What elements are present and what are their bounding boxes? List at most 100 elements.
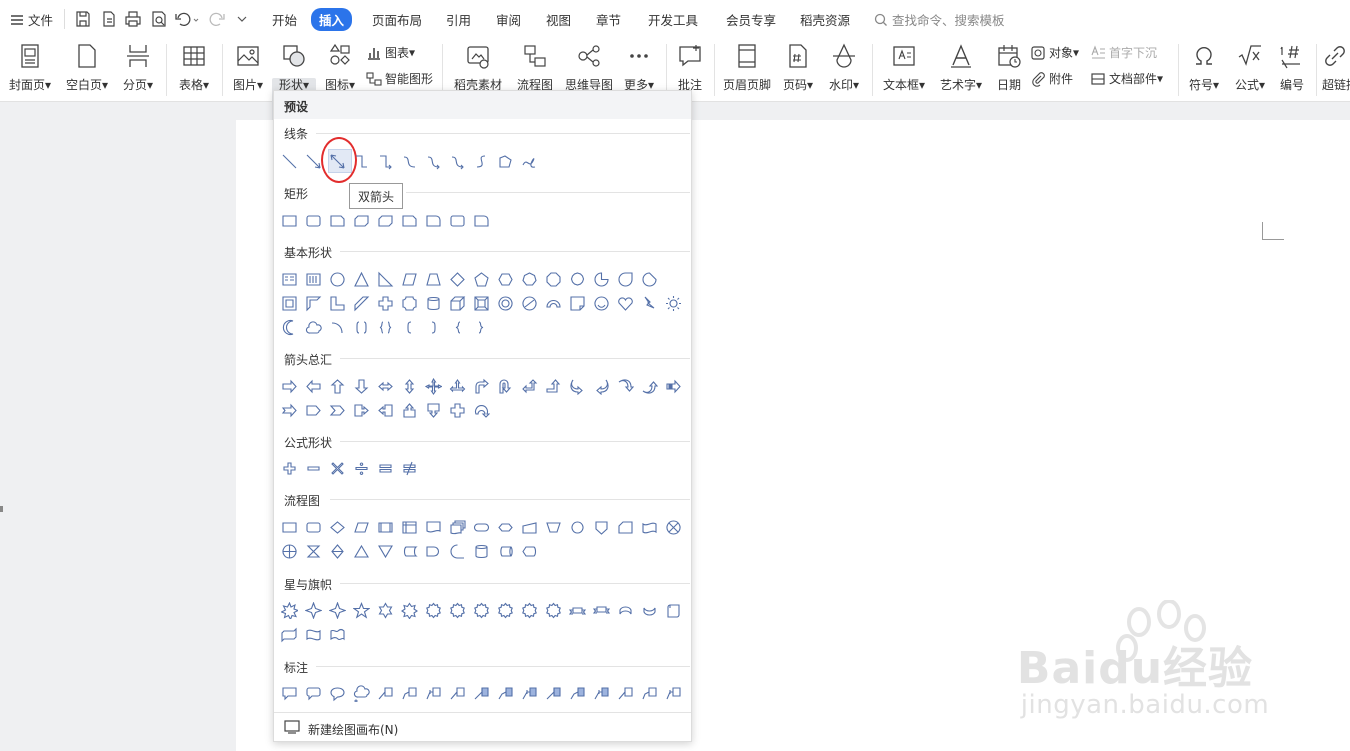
shape-fdirect-icon[interactable] bbox=[497, 543, 514, 560]
shape-hex-icon[interactable] bbox=[497, 271, 514, 288]
shape-lbrace-icon[interactable] bbox=[449, 319, 466, 336]
shape-snip2-icon[interactable] bbox=[377, 212, 394, 229]
shape-hscroll-icon[interactable] bbox=[281, 626, 298, 643]
doc-parts-button[interactable]: 文档部件▾ bbox=[1090, 70, 1163, 92]
shape-adown-icon[interactable] bbox=[353, 378, 370, 395]
shape-aud-icon[interactable] bbox=[401, 378, 418, 395]
shape-can-icon[interactable] bbox=[425, 295, 442, 312]
blank-page-button[interactable]: 空白页▾ bbox=[62, 42, 112, 100]
shape-coval-icon[interactable] bbox=[329, 685, 346, 702]
drop-cap-button[interactable]: 首字下沉 bbox=[1090, 44, 1157, 66]
shape-eq-icon[interactable] bbox=[377, 460, 394, 477]
shape-acurvr-icon[interactable] bbox=[569, 378, 586, 395]
cover-page-button[interactable]: 封面页▾ bbox=[6, 42, 54, 100]
shape-elbow-arrow-connector-icon[interactable] bbox=[377, 153, 394, 170]
tab-insert[interactable]: 插入 bbox=[311, 8, 353, 31]
shape-cross-icon[interactable] bbox=[377, 295, 394, 312]
shape-star5-icon[interactable] bbox=[353, 602, 370, 619]
shape-cline3-icon[interactable] bbox=[665, 685, 682, 702]
smartart-button[interactable]: 智能图形 bbox=[366, 70, 433, 92]
shape-acalll-icon[interactable] bbox=[377, 402, 394, 419]
shape-fmag-icon[interactable] bbox=[473, 543, 490, 560]
shape-fextr-icon[interactable] bbox=[353, 543, 370, 560]
shape-snip2-icon[interactable] bbox=[353, 212, 370, 229]
shape-scribble-icon[interactable] bbox=[521, 153, 538, 170]
print-preview-icon[interactable] bbox=[150, 10, 168, 28]
page-break-button[interactable]: 分页▾ bbox=[118, 42, 158, 100]
shape-halfframe-icon[interactable] bbox=[305, 295, 322, 312]
shape-fproc-icon[interactable] bbox=[281, 519, 298, 536]
shape-foff-icon[interactable] bbox=[593, 519, 610, 536]
shape-fconn-icon[interactable] bbox=[569, 519, 586, 536]
tab-chapter[interactable]: 章节 bbox=[596, 10, 621, 29]
shape-aup-icon[interactable] bbox=[329, 378, 346, 395]
shape-starN-icon[interactable] bbox=[497, 602, 514, 619]
shape-fpre-icon[interactable] bbox=[377, 519, 394, 536]
shape-trap-icon[interactable] bbox=[425, 271, 442, 288]
shape-rtri-icon[interactable] bbox=[377, 271, 394, 288]
shape-fcoll-icon[interactable] bbox=[305, 543, 322, 560]
formula-button[interactable]: 公式▾ bbox=[1230, 42, 1270, 100]
shape-abent-icon[interactable] bbox=[473, 378, 490, 395]
shape-star4-icon[interactable] bbox=[305, 602, 322, 619]
shape-fmerge-icon[interactable] bbox=[377, 543, 394, 560]
attachment-button[interactable]: 附件 bbox=[1030, 70, 1073, 92]
shape-tri-icon[interactable] bbox=[353, 271, 370, 288]
shape-fprep-icon[interactable] bbox=[497, 519, 514, 536]
shape-acallr-icon[interactable] bbox=[353, 402, 370, 419]
symbol-button[interactable]: 符号▾ bbox=[1184, 42, 1224, 100]
shape-snip-icon[interactable] bbox=[401, 212, 418, 229]
shape-fsort-icon[interactable] bbox=[329, 543, 346, 560]
shape-pentarrow-icon[interactable] bbox=[305, 402, 322, 419]
shape-diag-icon[interactable] bbox=[353, 295, 370, 312]
file-menu[interactable]: 文件 bbox=[10, 10, 53, 29]
tab-view[interactable]: 视图 bbox=[546, 10, 571, 29]
customize-quickbar-icon[interactable] bbox=[236, 10, 248, 28]
export-pdf-icon[interactable] bbox=[100, 10, 118, 28]
shape-rrect-icon[interactable] bbox=[449, 212, 466, 229]
shape-exp-icon[interactable] bbox=[281, 602, 298, 619]
shape-abentup-icon[interactable] bbox=[545, 378, 562, 395]
tab-docer-resources[interactable]: 稻壳资源 bbox=[800, 10, 850, 29]
shape-folded-icon[interactable] bbox=[569, 295, 586, 312]
shape-s-curve-icon[interactable] bbox=[473, 153, 490, 170]
shape-div-icon[interactable] bbox=[353, 460, 370, 477]
shape-elbow-connector-icon[interactable] bbox=[353, 153, 370, 170]
shape-star7-icon[interactable] bbox=[401, 602, 418, 619]
shape-aleft-icon[interactable] bbox=[305, 378, 322, 395]
tab-references[interactable]: 引用 bbox=[446, 10, 471, 29]
shape-alr-icon[interactable] bbox=[377, 378, 394, 395]
shape-acallu-icon[interactable] bbox=[401, 402, 418, 419]
shape-acurvl-icon[interactable] bbox=[593, 378, 610, 395]
shape-blockarc-icon[interactable] bbox=[545, 295, 562, 312]
shape-round-icon[interactable] bbox=[425, 212, 442, 229]
shape-curvribbon2-icon[interactable] bbox=[641, 602, 658, 619]
shape-curved-connector-icon[interactable] bbox=[401, 153, 418, 170]
shape-starN-icon[interactable] bbox=[521, 602, 538, 619]
shape-cline1-icon[interactable] bbox=[617, 685, 634, 702]
shape-cbar3-icon[interactable] bbox=[593, 685, 610, 702]
shape-rect-icon[interactable] bbox=[281, 212, 298, 229]
shape-acurvu-icon[interactable] bbox=[617, 378, 634, 395]
shape-acircarrow-icon[interactable] bbox=[473, 402, 490, 419]
shape-dbrace-icon[interactable] bbox=[377, 319, 394, 336]
page-number-button[interactable]: 页码▾ bbox=[778, 42, 818, 100]
shape-fdelay-icon[interactable] bbox=[425, 543, 442, 560]
shape-para-icon[interactable] bbox=[401, 271, 418, 288]
shape-tear-icon[interactable] bbox=[617, 271, 634, 288]
numbering-button[interactable]: 编号 bbox=[1274, 42, 1310, 100]
shape-cloud-icon[interactable] bbox=[305, 319, 322, 336]
shape-plaque-icon[interactable] bbox=[401, 295, 418, 312]
shape-cbar3-icon[interactable] bbox=[521, 685, 538, 702]
shape-starN-icon[interactable] bbox=[449, 602, 466, 619]
shape-donut-icon[interactable] bbox=[497, 295, 514, 312]
shape-rrect-icon[interactable] bbox=[305, 212, 322, 229]
shape-line-icon[interactable] bbox=[281, 153, 298, 170]
tab-member[interactable]: 会员专享 bbox=[726, 10, 776, 29]
shape-crect-icon[interactable] bbox=[281, 685, 298, 702]
shape-fsum-icon[interactable] bbox=[665, 519, 682, 536]
shape-vtext-icon[interactable] bbox=[305, 271, 322, 288]
shape-cline2-icon[interactable] bbox=[641, 685, 658, 702]
shape-dodec-icon[interactable] bbox=[569, 271, 586, 288]
print-icon[interactable] bbox=[124, 10, 142, 28]
